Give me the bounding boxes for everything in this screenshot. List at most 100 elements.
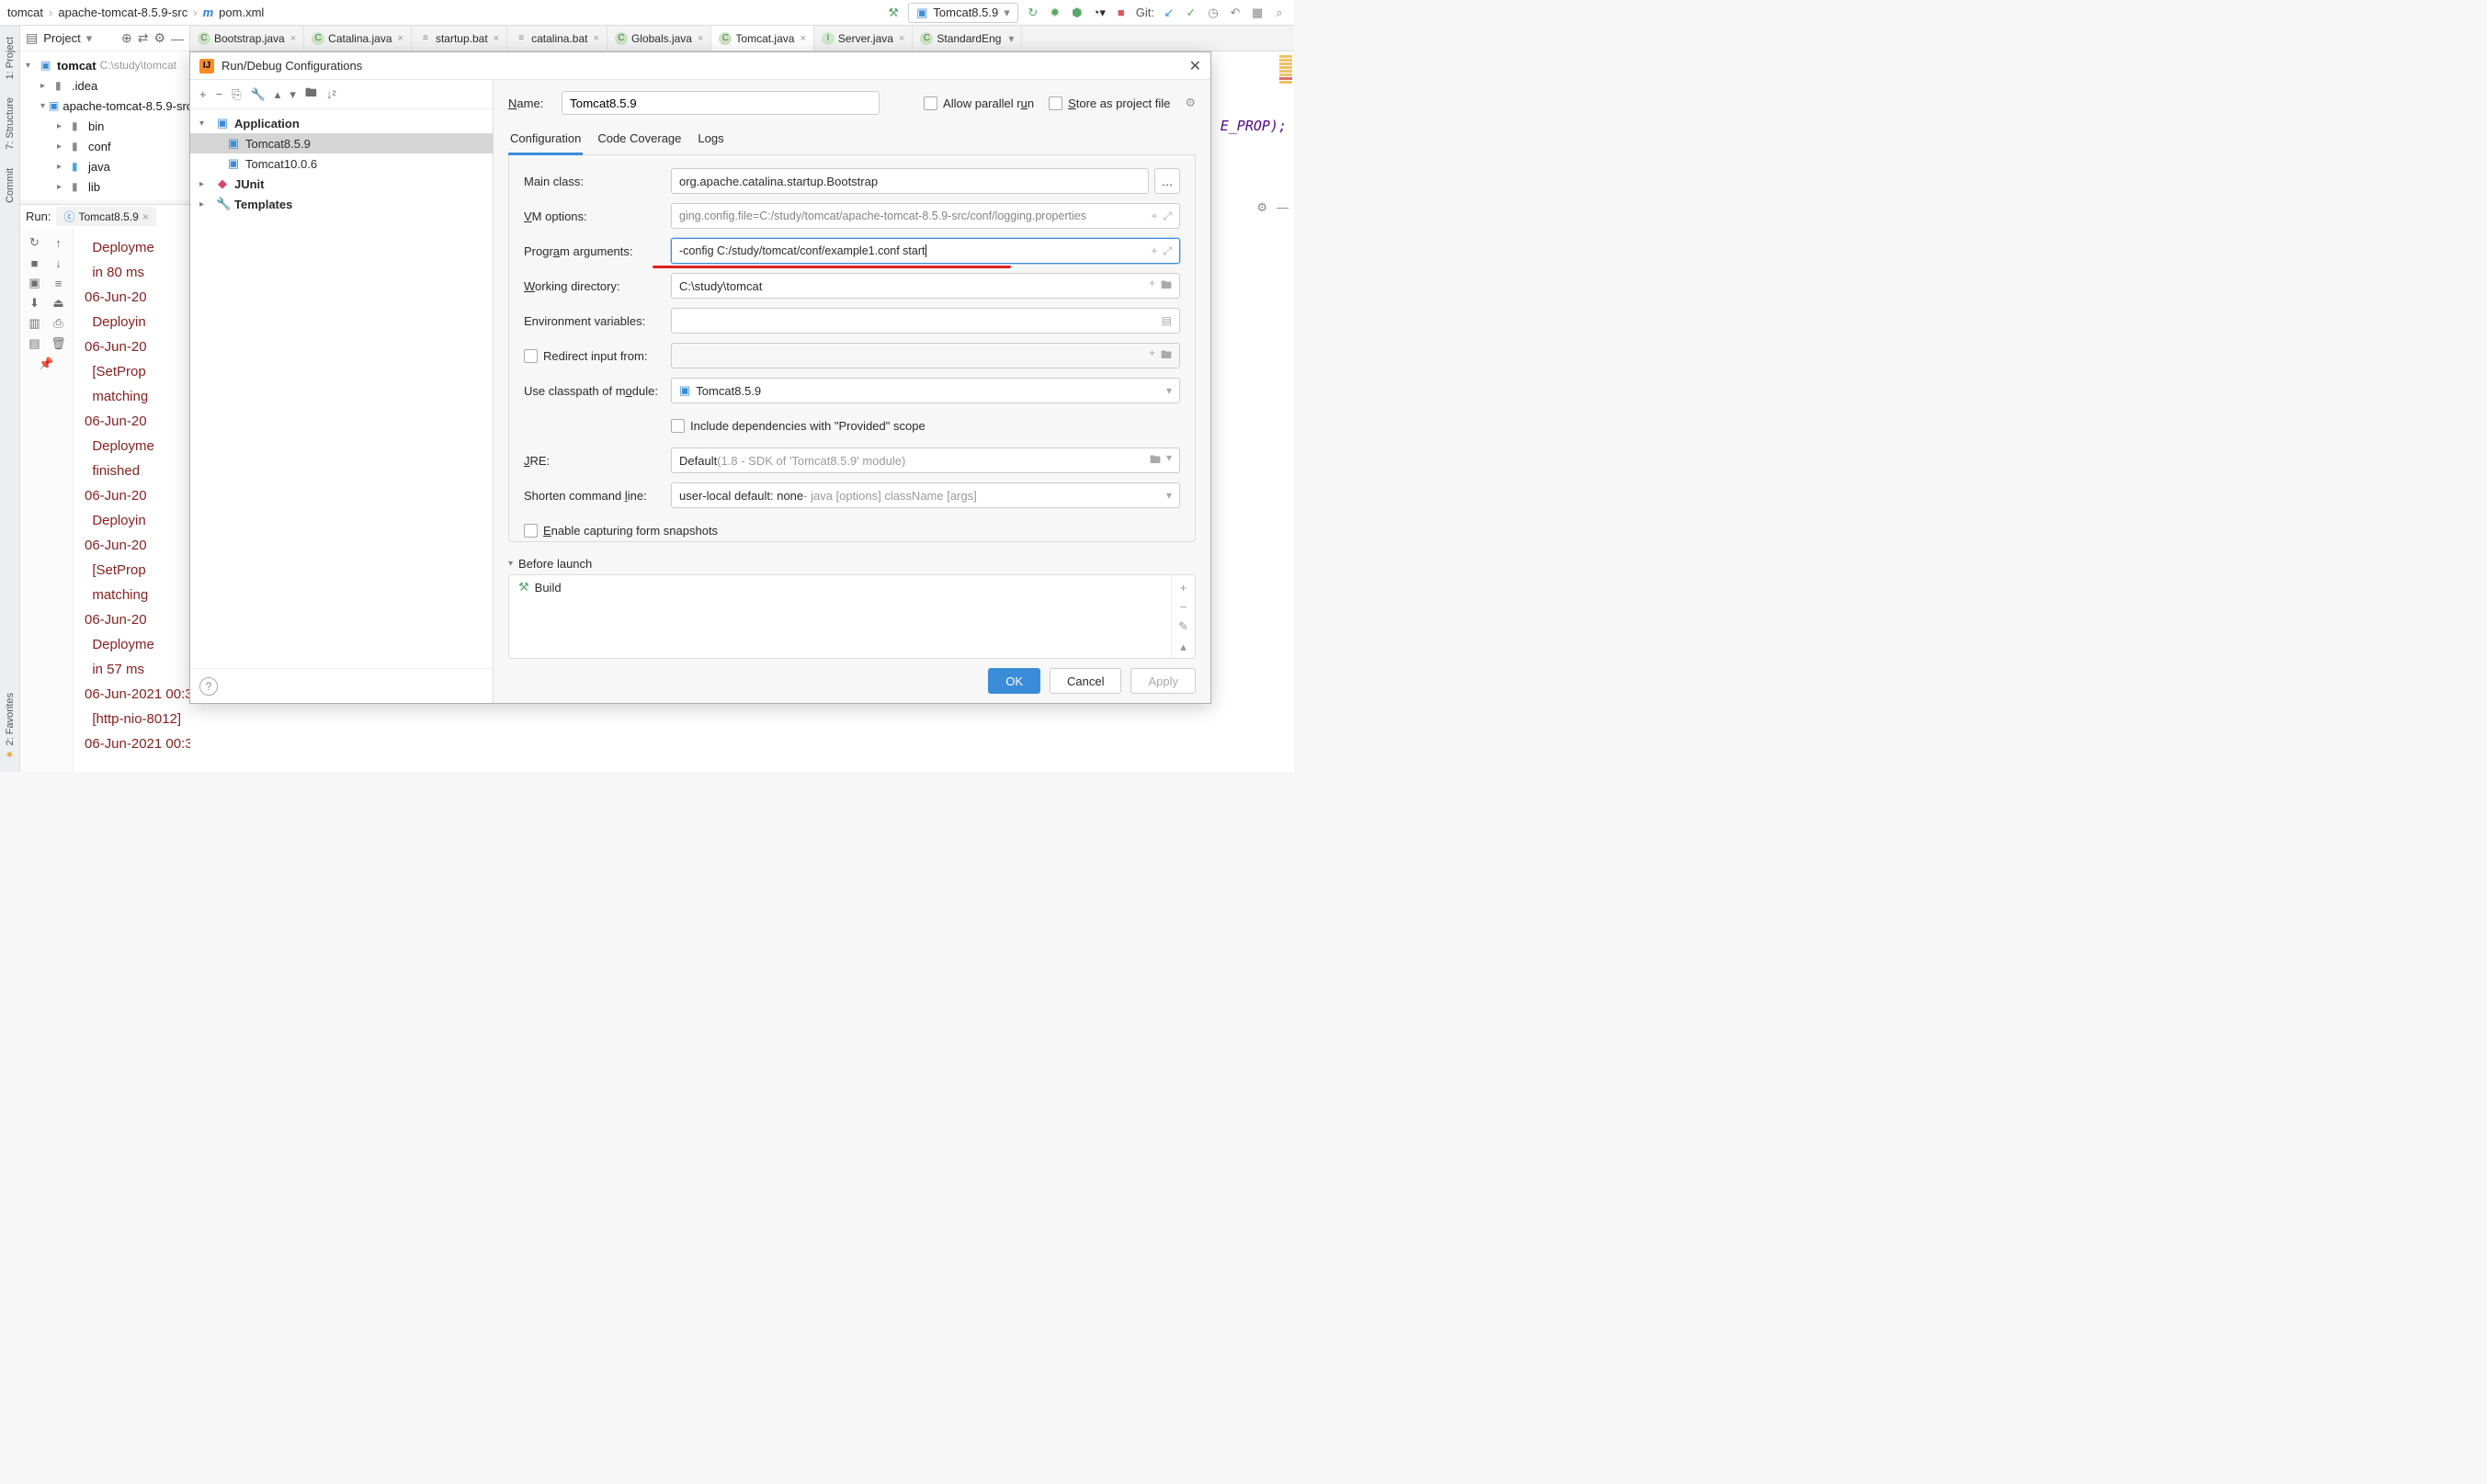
side-tab-structure[interactable]: 7: Structure [3, 94, 17, 153]
close-icon[interactable]: × [290, 33, 296, 44]
close-icon[interactable]: × [398, 33, 403, 44]
stack-icon[interactable]: ▤ [28, 336, 42, 351]
project-tree[interactable]: ▾▣ tomcat C:\study\tomcat ▸▮.idea ▾▣apac… [20, 51, 189, 200]
minimize-icon[interactable]: — [1277, 200, 1289, 215]
tree-row-application[interactable]: ▾▣ Application [190, 113, 493, 133]
editor-tab[interactable]: CTomcat.java× [711, 26, 813, 51]
layout-icon[interactable]: ▥ [28, 316, 42, 331]
run-config-dropdown[interactable]: ▣ Tomcat8.5.9 ▾ [908, 3, 1018, 23]
tree-row-conf[interactable]: ▸▮conf [20, 136, 189, 156]
up-icon[interactable]: ▴ [275, 87, 281, 102]
allow-parallel-checkbox[interactable]: Allow parallel run [924, 96, 1034, 110]
close-icon[interactable]: × [142, 210, 149, 223]
breadcrumb-root[interactable]: tomcat [7, 6, 43, 19]
copy-icon[interactable]: ⎘ [232, 87, 241, 102]
tab-coverage[interactable]: Code Coverage [596, 126, 683, 154]
pin-icon[interactable]: 📌 [40, 357, 54, 371]
include-provided-checkbox[interactable]: Include dependencies with "Provided" sco… [671, 419, 926, 433]
chevron-down-icon[interactable]: ▾ [1008, 32, 1014, 45]
chevron-down-icon[interactable]: ▾ [86, 31, 93, 46]
redirect-input-checkbox[interactable]: Redirect input from: [524, 349, 671, 363]
git-update-icon[interactable]: ↙ [1162, 6, 1176, 20]
coverage-icon[interactable]: ⬢ [1070, 6, 1085, 20]
run-icon[interactable]: ↻ [1026, 6, 1040, 20]
shorten-select[interactable]: user-local default: none - java [options… [671, 482, 1180, 508]
classpath-select[interactable]: ▣Tomcat8.5.9 ▾ [671, 378, 1180, 403]
help-icon[interactable]: ? [199, 677, 218, 696]
gear-icon[interactable]: ⚙ [153, 30, 165, 46]
working-dir-input[interactable]: C:\study\tomcat +🖿 [671, 273, 1180, 299]
edit-icon[interactable]: ✎ [1178, 619, 1188, 634]
tree-row-idea[interactable]: ▸▮.idea [20, 75, 189, 96]
wrench-icon[interactable]: 🔧 [251, 87, 266, 102]
print-icon[interactable]: ⎙ [51, 316, 66, 331]
breadcrumb-folder[interactable]: apache-tomcat-8.5.9-src [58, 6, 187, 19]
before-launch-item[interactable]: ⚒ Build [509, 575, 1171, 599]
minimize-icon[interactable]: — [171, 31, 184, 46]
side-tab-favorites[interactable]: ★ 2: Favorites [2, 689, 17, 765]
tree-row-java[interactable]: ▸▮java [20, 156, 189, 176]
exit-icon[interactable]: ⏏ [51, 296, 66, 311]
editor-tab[interactable]: CBootstrap.java× [190, 26, 304, 51]
expand-icon[interactable]: ⤢ [1163, 210, 1172, 223]
git-commit-icon[interactable]: ✓ [1184, 6, 1198, 20]
ok-button[interactable]: OK [988, 668, 1040, 694]
add-icon[interactable]: + [1149, 277, 1155, 296]
select-opened-icon[interactable]: ⊕ [121, 30, 132, 46]
redirect-input-field[interactable]: +🖿 [671, 343, 1180, 368]
close-icon[interactable]: × [899, 33, 904, 44]
debug-icon[interactable]: ✸ [1048, 6, 1062, 20]
vm-options-input[interactable]: ging.config.file=C:/study/tomcat/apache-… [671, 203, 1180, 229]
close-icon[interactable]: × [698, 33, 703, 44]
clock-icon[interactable]: ◷ [1206, 6, 1221, 20]
editor-tab[interactable]: ≡catalina.bat× [507, 26, 608, 51]
trash-icon[interactable]: 🗑 [51, 336, 66, 351]
list-icon[interactable]: ▤ [1162, 314, 1172, 327]
tab-configuration[interactable]: Configuration [508, 126, 583, 155]
name-input[interactable] [562, 91, 880, 115]
down-icon[interactable]: ▾ [290, 87, 296, 102]
apply-button[interactable]: Apply [1130, 668, 1196, 694]
breadcrumb-file[interactable]: pom.xml [219, 6, 264, 19]
editor-tab[interactable]: CStandardEng▾ [913, 26, 1022, 51]
folder-icon[interactable]: 🖿 [1161, 277, 1172, 296]
browse-button[interactable]: … [1154, 168, 1180, 194]
close-icon[interactable]: × [494, 33, 499, 44]
cancel-button[interactable]: Cancel [1050, 668, 1121, 694]
hammer-icon[interactable]: ⚒ [886, 6, 901, 20]
folder-icon[interactable]: 🖿 [305, 85, 317, 105]
tree-row-templates[interactable]: ▸🔧 Templates [190, 194, 493, 214]
gear-icon[interactable]: ⚙ [1256, 200, 1267, 215]
tree-row-src[interactable]: ▾▣apache-tomcat-8.5.9-src [20, 96, 189, 116]
snapshots-checkbox[interactable]: Enable capturing form snapshots [524, 524, 718, 538]
before-launch-header[interactable]: ▾Before launch [508, 553, 1196, 574]
add-icon[interactable]: + [1149, 346, 1155, 366]
close-icon[interactable]: × [594, 33, 599, 44]
folder-icon[interactable]: 🖿 [1161, 346, 1172, 366]
sort-icon[interactable]: ↓² [326, 87, 336, 101]
expand-icon[interactable]: ⤢ [1163, 244, 1172, 258]
editor-tab[interactable]: CCatalina.java× [304, 26, 412, 51]
add-icon[interactable]: + [1151, 244, 1157, 258]
main-class-input[interactable]: org.apache.catalina.startup.Bootstrap [671, 168, 1149, 194]
editor-tab[interactable]: ≡startup.bat× [412, 26, 507, 51]
stop-icon[interactable]: ■ [1114, 6, 1129, 20]
jre-select[interactable]: Default (1.8 - SDK of 'Tomcat8.5.9' modu… [671, 447, 1180, 473]
side-tab-project[interactable]: 1: Project [3, 33, 17, 83]
add-icon[interactable]: + [199, 87, 207, 101]
add-icon[interactable]: + [1180, 581, 1187, 595]
store-as-project-checkbox[interactable]: Store as project file [1049, 96, 1170, 110]
undo-icon[interactable]: ↶ [1228, 6, 1243, 20]
up-icon[interactable]: ↑ [51, 235, 66, 250]
stop-icon[interactable]: ■ [28, 255, 42, 270]
expand-icon[interactable]: ⇄ [138, 30, 149, 46]
search-icon[interactable]: ⌕ [1272, 6, 1287, 20]
editor-error-stripe[interactable] [1279, 55, 1292, 84]
side-tab-commit[interactable]: Commit [3, 164, 17, 207]
up-icon[interactable]: ▴ [1180, 640, 1187, 654]
env-vars-input[interactable]: ▤ [671, 308, 1180, 334]
editor-tab[interactable]: CGlobals.java× [608, 26, 711, 51]
camera-icon[interactable]: ▣ [28, 276, 42, 290]
tab-logs[interactable]: Logs [696, 126, 725, 154]
editor-tab[interactable]: IServer.java× [814, 26, 913, 51]
